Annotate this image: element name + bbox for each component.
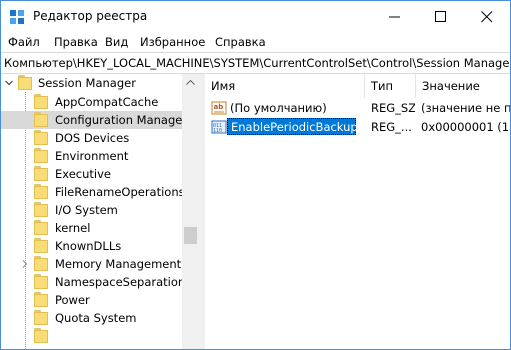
scroll-thumb[interactable] <box>184 227 197 244</box>
value-row-selected[interactable]: 011 110 EnablePeriodicBackup REG_... 0x0… <box>205 118 510 136</box>
folder-icon <box>34 94 48 109</box>
folder-icon <box>34 130 48 145</box>
menu-edit[interactable]: Правка <box>54 35 98 49</box>
menu-bar: Файл Правка Вид Избранное Справка <box>1 32 510 52</box>
column-header-value[interactable]: Значение <box>416 74 510 98</box>
column-header-type[interactable]: Тип <box>365 74 416 98</box>
tree-item-label: Configuration Manager <box>55 113 188 127</box>
close-icon <box>481 11 493 23</box>
folder-icon <box>18 75 32 90</box>
maximize-button[interactable] <box>418 1 464 32</box>
svg-text:ab: ab <box>214 103 224 111</box>
folder-icon <box>34 238 48 253</box>
tree-item-appcompatcache[interactable]: AppCompatCache <box>1 93 182 111</box>
dword-value-icon: 011 110 <box>211 120 227 134</box>
maximize-icon <box>435 11 446 22</box>
column-header-label: Тип <box>371 79 394 93</box>
title-bar[interactable]: Редактор реестра <box>1 1 510 32</box>
chevron-down-icon[interactable] <box>5 79 13 87</box>
tree-item-kernel[interactable]: kernel <box>1 219 182 237</box>
tree-item-environment[interactable]: Environment <box>1 147 182 165</box>
scroll-up-button[interactable] <box>182 74 199 91</box>
tree-scrollbar[interactable] <box>182 74 199 349</box>
column-header-label: Значение <box>422 79 480 93</box>
tree-item-label: AppCompatCache <box>55 95 159 109</box>
tree-item-partial[interactable] <box>1 327 182 345</box>
folder-icon <box>34 184 48 199</box>
tree-item-power[interactable]: Power <box>1 291 182 309</box>
menu-file[interactable]: Файл <box>8 35 40 49</box>
tree-item-label: KnownDLLs <box>55 239 122 253</box>
folder-icon <box>34 112 48 127</box>
tree-item-configuration-manager[interactable]: Configuration Manager <box>1 111 187 129</box>
registry-editor-window: Редактор реестра Файл Правка Вид Избранн… <box>0 0 511 350</box>
address-bar[interactable]: Компьютер\HKEY_LOCAL_MACHINE\SYSTEM\Curr… <box>1 52 510 74</box>
tree-item-label: I/O System <box>55 203 118 217</box>
tree-item-io-system[interactable]: I/O System <box>1 201 182 219</box>
tree-item-label: Executive <box>55 167 111 181</box>
minimize-button[interactable] <box>372 1 418 32</box>
folder-icon <box>34 274 48 289</box>
value-name: EnablePeriodicBackup <box>231 120 358 134</box>
values-list-pane[interactable]: Имя Тип Значение ab (По умолчанию) REG_S… <box>205 74 510 349</box>
tree-item-label: Quota System <box>55 311 137 325</box>
tree-item-dos-devices[interactable]: DOS Devices <box>1 129 182 147</box>
tree-item-label: Memory Management <box>55 257 182 271</box>
folder-icon <box>34 220 48 235</box>
value-type: REG_SZ <box>371 101 415 115</box>
tree-item-quota-system[interactable]: Quota System <box>1 309 182 327</box>
value-row[interactable]: ab (По умолчанию) REG_SZ (значение не пр <box>205 99 510 117</box>
tree-item-knowndlls[interactable]: KnownDLLs <box>1 237 182 255</box>
string-value-icon: ab <box>211 101 227 115</box>
value-data: (значение не пр <box>421 101 510 115</box>
registry-editor-icon <box>9 9 25 25</box>
svg-text:110: 110 <box>213 128 222 134</box>
folder-icon <box>34 292 48 307</box>
tree-item-namespaceseparation[interactable]: NamespaceSeparation <box>1 273 186 291</box>
minimize-icon <box>389 16 400 18</box>
tree-item-memory-management[interactable]: Memory Management <box>1 255 182 273</box>
folder-icon <box>34 256 48 271</box>
folder-icon <box>34 328 48 343</box>
tree-item-label: NamespaceSeparation <box>55 275 186 289</box>
chevron-right-icon[interactable] <box>21 260 29 268</box>
menu-help[interactable]: Справка <box>215 35 266 49</box>
tree-item-executive[interactable]: Executive <box>1 165 182 183</box>
tree-item-label: Environment <box>55 149 129 163</box>
tree-item-label: FileRenameOperations <box>55 185 185 199</box>
scroll-up-arrow-icon <box>186 80 195 85</box>
column-header-label: Имя <box>211 79 236 93</box>
folder-icon <box>34 202 48 217</box>
folder-icon <box>34 148 48 163</box>
menu-view[interactable]: Вид <box>105 35 128 49</box>
tree-pane[interactable]: Session Manager AppCompatCache Configura… <box>1 74 199 349</box>
tree-item-label: DOS Devices <box>55 131 130 145</box>
close-button[interactable] <box>464 1 510 32</box>
menu-favorites[interactable]: Избранное <box>140 35 205 49</box>
tree-item-label: Session Manager <box>38 76 136 90</box>
value-type: REG_... <box>371 120 412 134</box>
tree-item-label: Power <box>55 293 90 307</box>
value-data: 0x00000001 (1) <box>421 120 510 134</box>
tree-item-label: kernel <box>55 221 91 235</box>
folder-icon <box>34 310 48 325</box>
column-header-name[interactable]: Имя <box>205 74 365 98</box>
selected-name-highlight[interactable]: EnablePeriodicBackup <box>227 118 358 135</box>
tree-item-session-manager[interactable]: Session Manager <box>1 74 182 92</box>
window-title: Редактор реестра <box>33 9 148 23</box>
value-name: (По умолчанию) <box>230 101 327 115</box>
tree-item-filerenameoperations[interactable]: FileRenameOperations <box>1 183 185 201</box>
address-path[interactable]: Компьютер\HKEY_LOCAL_MACHINE\SYSTEM\Curr… <box>4 56 510 70</box>
folder-icon <box>34 166 48 181</box>
